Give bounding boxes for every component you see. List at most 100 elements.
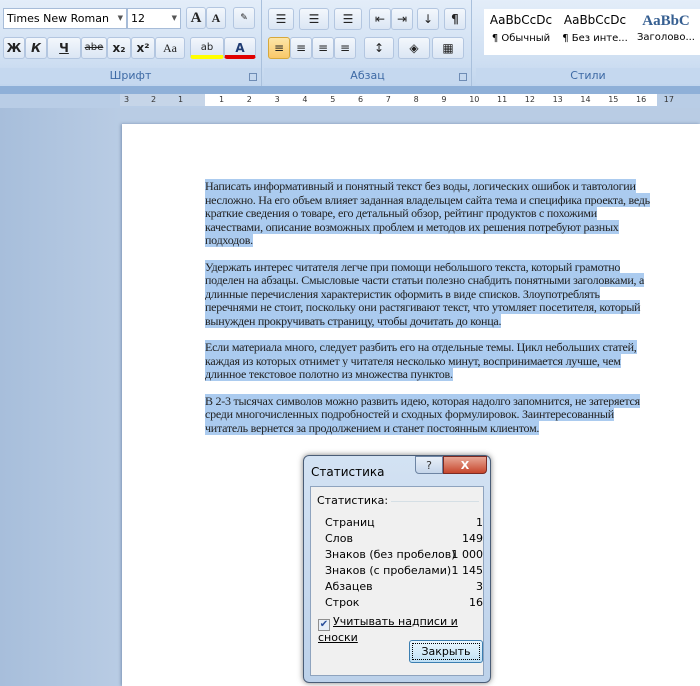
stat-value: 1	[476, 516, 483, 529]
ruler-tick-label: 13	[552, 95, 563, 104]
strikethrough-button[interactable]: abe	[81, 37, 107, 59]
statistics-heading: Статистика:	[317, 494, 389, 507]
increase-indent-button[interactable]: ⇥	[391, 8, 413, 30]
selected-text: среди многочисленных подробностей и сход…	[205, 407, 614, 421]
dialog-title: Статистика	[311, 465, 385, 479]
ruler-tick-label: 11	[497, 95, 508, 104]
align-center-button[interactable]: ≡	[290, 37, 312, 59]
numbering-button[interactable]: ☰	[299, 8, 329, 30]
selected-text: каждая из которых отнимет у читателя нес…	[205, 353, 621, 368]
underline-button[interactable]: Ч	[47, 37, 81, 59]
paragraph-group-label: Абзац	[264, 68, 471, 84]
divider	[391, 501, 479, 502]
borders-button[interactable]: ▦	[432, 37, 464, 59]
highlight-button[interactable]: ab	[190, 37, 224, 59]
text-line: длинные перечисления характеристик оформ…	[205, 286, 650, 302]
style-heading[interactable]: AaBbC Заголово...	[629, 9, 700, 55]
ruler-tick-label: 3	[274, 95, 280, 104]
justify-button[interactable]: ≡	[334, 37, 356, 59]
italic-button[interactable]: К	[25, 37, 47, 59]
ruler-tick-label: 15	[608, 95, 619, 104]
ruler-tick-label: 17	[663, 95, 674, 104]
ruler-tick-label: 12	[524, 95, 535, 104]
clear-format-button[interactable]: ✎	[233, 7, 255, 29]
decrease-indent-button[interactable]: ⇤	[369, 8, 391, 30]
text-line: Удержать интерес читателя легче при помо…	[205, 259, 650, 275]
stat-row: Страниц 1	[325, 516, 483, 532]
selected-text: перечнями не стоит, поскольку они растяг…	[205, 300, 641, 314]
text-line: подходов.	[205, 233, 650, 248]
style-no-spacing[interactable]: AaBbCcDc ¶ Без инте...	[558, 9, 632, 55]
chevron-down-icon: ▼	[171, 14, 177, 22]
line-spacing-button[interactable]: ↕	[364, 37, 394, 59]
align-left-button[interactable]: ≡	[268, 37, 290, 59]
selected-text: читатель вернется за продолжением и стан…	[205, 420, 540, 435]
selected-text: вынужден прокручивать страницу, чтобы до…	[205, 313, 502, 328]
font-size-select[interactable]: 12 ▼	[127, 8, 181, 29]
sort-button[interactable]: ↓	[417, 8, 439, 30]
stat-label: Страниц	[325, 516, 375, 529]
change-case-button[interactable]: Aa	[155, 37, 185, 59]
paragraph: Удержать интерес читателя легче при помо…	[205, 259, 650, 329]
style-normal[interactable]: AaBbCcDc ¶ Обычный	[484, 9, 558, 55]
ruler-tick-label: 14	[580, 95, 591, 104]
shading-button[interactable]: ◈	[398, 37, 430, 59]
stat-label: Знаков (с пробелами)	[325, 564, 452, 577]
ruler-tick-label: 8	[413, 95, 419, 104]
close-button[interactable]: Закрыть	[409, 640, 483, 663]
stat-label: Абзацев	[325, 580, 373, 593]
text-line: поделен на абзацы. Смысловые части стать…	[205, 273, 650, 288]
close-icon[interactable]: X	[443, 456, 487, 474]
paragraph: Если материала много, следует разбить ег…	[205, 340, 650, 382]
font-name-select[interactable]: Times New Roman ▼	[3, 8, 127, 29]
dialog-launcher-icon[interactable]	[459, 73, 467, 81]
selected-text: краткие сведения о товаре, его детальный…	[205, 206, 597, 220]
superscript-button[interactable]: x²	[131, 37, 155, 59]
selected-text: Написать информативный и понятный текст …	[205, 179, 636, 193]
styles-group: AaBbCcDc ¶ Обычный AaBbCcDc ¶ Без инте... …	[476, 0, 700, 86]
stat-row: Знаков (без пробелов) 1 000	[325, 548, 483, 564]
paragraph-group: ☰ ☰ ☰ ⇤ ⇥ ↓ ¶ ≡ ≡ ≡ ≡ ↕ ◈ ▦ Абзац	[264, 0, 472, 86]
ruler-tick-label: 10	[469, 95, 480, 104]
ruler-tick-label: 5	[330, 95, 336, 104]
text-line: читатель вернется за продолжением и стан…	[205, 420, 650, 436]
statistics-dialog: Статистика ? X Статистика: Страниц 1 Слов 1…	[303, 455, 491, 683]
ruler-tick-label: 1	[219, 95, 225, 104]
ruler-tick-label: 3	[124, 95, 130, 104]
selected-text: длинное текстовое полотно из множества п…	[205, 367, 453, 381]
selected-text: поделен на абзацы. Смысловые части стать…	[205, 273, 645, 287]
document-text[interactable]: Написать информативный и понятный текст …	[205, 179, 650, 448]
ribbon-bottom-band	[0, 86, 700, 94]
stat-value: 16	[469, 596, 483, 609]
text-line: несложно. На его объем влияет заданная в…	[205, 192, 650, 208]
multilevel-list-button[interactable]: ☰	[334, 8, 362, 30]
ruler-tick-label: 1	[178, 95, 184, 104]
text-line: качествами, описание возможных проблем и…	[205, 219, 650, 235]
selected-text: подходов.	[205, 233, 253, 247]
bold-button[interactable]: Ж	[3, 37, 25, 59]
text-line: краткие сведения о товаре, его детальный…	[205, 206, 650, 221]
selected-text: длинные перечисления характеристик оформ…	[205, 286, 600, 301]
subscript-button[interactable]: x₂	[107, 37, 131, 59]
stat-label: Знаков (без пробелов)	[325, 548, 456, 561]
text-line: каждая из которых отнимет у читателя нес…	[205, 353, 650, 369]
help-button[interactable]: ?	[415, 456, 443, 474]
grow-font-button[interactable]: A	[186, 7, 206, 29]
dialog-launcher-icon[interactable]	[249, 73, 257, 81]
stat-value: 1 145	[451, 564, 484, 577]
stat-row: Знаков (с пробелами) 1 145	[325, 564, 483, 580]
shrink-font-button[interactable]: A	[206, 7, 226, 29]
selected-text: Если материала много, следует разбить ег…	[205, 340, 637, 354]
stat-label: Слов	[325, 532, 353, 545]
bullets-button[interactable]: ☰	[268, 8, 294, 30]
font-color-button[interactable]: A	[224, 37, 256, 59]
stat-value: 149	[462, 532, 483, 545]
show-marks-button[interactable]: ¶	[444, 8, 466, 30]
chevron-down-icon: ▼	[117, 14, 123, 22]
styles-group-label: Стили	[476, 68, 700, 84]
checkbox-icon[interactable]: ✔	[318, 619, 330, 631]
dialog-body: Статистика: Страниц 1 Слов 149 Знаков (без п…	[310, 486, 484, 676]
paragraph: В 2-3 тысячах символов можно развить иде…	[205, 393, 650, 436]
ruler-tick-label: 9	[441, 95, 447, 104]
align-right-button[interactable]: ≡	[312, 37, 334, 59]
